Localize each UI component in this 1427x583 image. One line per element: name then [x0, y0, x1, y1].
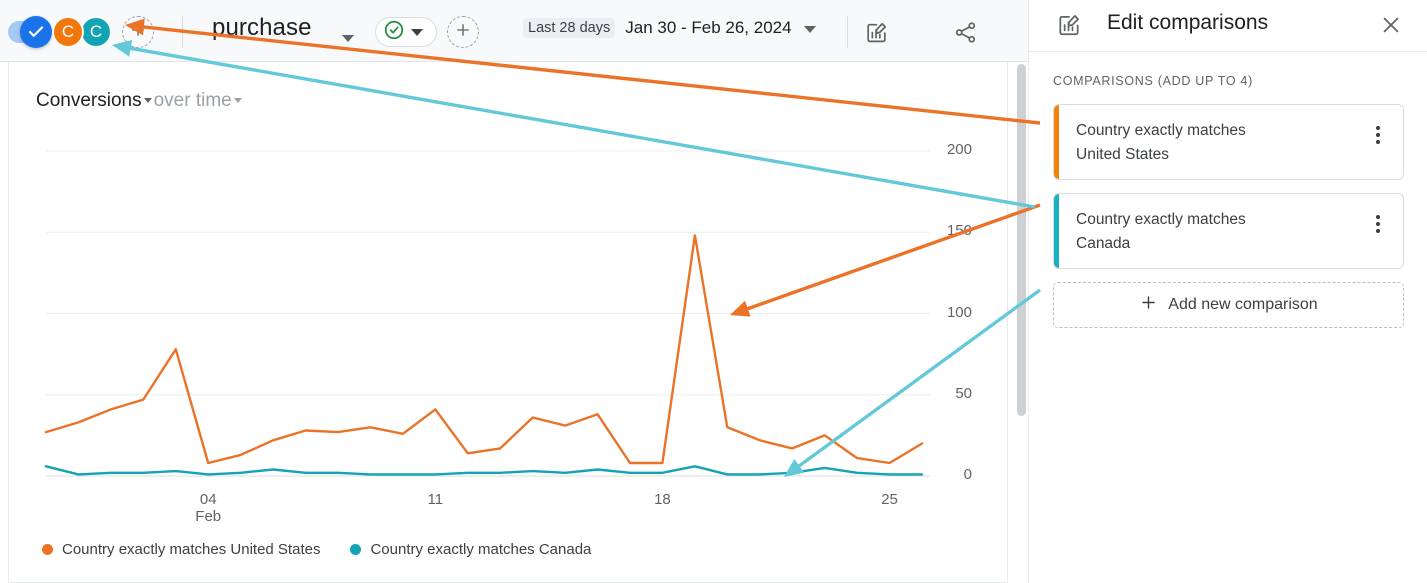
- comparison-card-line1: Country exactly matches: [1076, 122, 1246, 139]
- event-name-label[interactable]: purchase: [212, 14, 312, 42]
- comparison-card-line2: Canada: [1076, 235, 1131, 252]
- chart-card: [8, 62, 1008, 583]
- edit-comparisons-panel: Edit comparisons COMPARISONS (ADD UP TO …: [1028, 0, 1427, 583]
- y-axis-tick-label: 150: [946, 222, 972, 240]
- comparison-chip-united-states[interactable]: C: [52, 16, 84, 48]
- comparison-chip-letter: C: [89, 22, 103, 41]
- app-root: C C purchase Last 28 days Jan 30 - Feb 2…: [0, 0, 1427, 583]
- legend-label: Country exactly matches Canada: [370, 541, 592, 558]
- panel-title: Edit comparisons: [1107, 11, 1269, 34]
- date-preset-chip: Last 28 days: [523, 18, 616, 38]
- add-new-comparison-label: Add new comparison: [1168, 296, 1318, 313]
- legend-item-1[interactable]: Country exactly matches Canada: [350, 541, 591, 558]
- more-vert-icon[interactable]: [1367, 121, 1389, 149]
- chart-dimension-label[interactable]: over time: [154, 90, 232, 112]
- content-scrollbar-thumb[interactable]: [1017, 64, 1026, 416]
- chart-title: Conversions over time: [36, 90, 244, 112]
- date-range-selector[interactable]: Last 28 days Jan 30 - Feb 26, 2024: [523, 18, 816, 38]
- comparison-color-bar: [1054, 194, 1059, 268]
- comparison-card-line1: Country exactly matches: [1076, 211, 1246, 228]
- edit-comparisons-icon: [1055, 11, 1083, 39]
- check-circle-icon: [383, 19, 405, 46]
- chevron-down-icon[interactable]: [411, 23, 423, 41]
- report-toolbar: C C purchase Last 28 days Jan 30 - Feb 2…: [0, 0, 1028, 62]
- comparison-card-united-states[interactable]: Country exactly matches United States: [1053, 104, 1404, 180]
- chevron-down-icon[interactable]: [233, 87, 242, 109]
- y-axis-tick-label: 200: [946, 141, 972, 158]
- comparison-card-line2: United States: [1076, 146, 1170, 163]
- x-axis-tick-label: 18: [654, 491, 671, 508]
- y-axis-tick-label: 100: [946, 303, 972, 321]
- plus-icon: [129, 21, 147, 44]
- date-range-label: Jan 30 - Feb 26, 2024: [625, 18, 792, 37]
- more-vert-icon[interactable]: [1367, 210, 1389, 238]
- x-axis-tick-label: 04 Feb: [195, 491, 222, 525]
- legend-label: Country exactly matches United States: [62, 541, 321, 558]
- comparisons-toggle[interactable]: [20, 16, 52, 48]
- edit-comparisons-icon[interactable]: [861, 17, 891, 47]
- y-axis-tick-label: 50: [955, 384, 972, 402]
- x-axis-tick-label: 11: [427, 491, 444, 508]
- comparison-chip-letter: C: [61, 22, 75, 41]
- comparisons-section-label: COMPARISONS (ADD UP TO 4): [1053, 74, 1253, 88]
- event-status-pill[interactable]: [375, 17, 437, 47]
- comparison-card-canada[interactable]: Country exactly matches Canada: [1053, 193, 1404, 269]
- panel-header: Edit comparisons: [1029, 0, 1427, 52]
- chevron-down-icon[interactable]: [803, 20, 816, 37]
- x-axis-tick-label: 25: [881, 491, 898, 508]
- chevron-down-icon[interactable]: [342, 29, 354, 47]
- comparison-card-text: Country exactly matches United States: [1076, 119, 1346, 167]
- add-new-comparison-button[interactable]: Add new comparison: [1053, 282, 1404, 328]
- comparison-card-text: Country exactly matches Canada: [1076, 208, 1346, 256]
- legend-item-0[interactable]: Country exactly matches United States: [42, 541, 320, 558]
- toolbar-divider: [182, 16, 183, 48]
- legend-color-dot: [42, 544, 53, 555]
- chevron-down-icon[interactable]: [143, 87, 152, 109]
- chart-metric-label[interactable]: Conversions: [36, 90, 142, 112]
- check-icon: [27, 23, 45, 41]
- chart-legend: Country exactly matches United States Cou…: [42, 541, 591, 558]
- plus-icon: [1139, 293, 1158, 316]
- plus-icon: [454, 21, 472, 44]
- comparison-chip-canada[interactable]: C: [80, 16, 112, 48]
- y-axis-tick-label: 0: [963, 466, 972, 483]
- close-icon[interactable]: [1377, 11, 1405, 39]
- comparison-color-bar: [1054, 105, 1059, 179]
- add-comparison-button[interactable]: [122, 16, 154, 48]
- share-icon[interactable]: [950, 17, 980, 47]
- add-event-button[interactable]: [447, 16, 479, 48]
- legend-color-dot: [350, 544, 362, 555]
- main-content-area: C C purchase Last 28 days Jan 30 - Feb 2…: [0, 0, 1028, 583]
- toolbar-divider: [847, 16, 848, 48]
